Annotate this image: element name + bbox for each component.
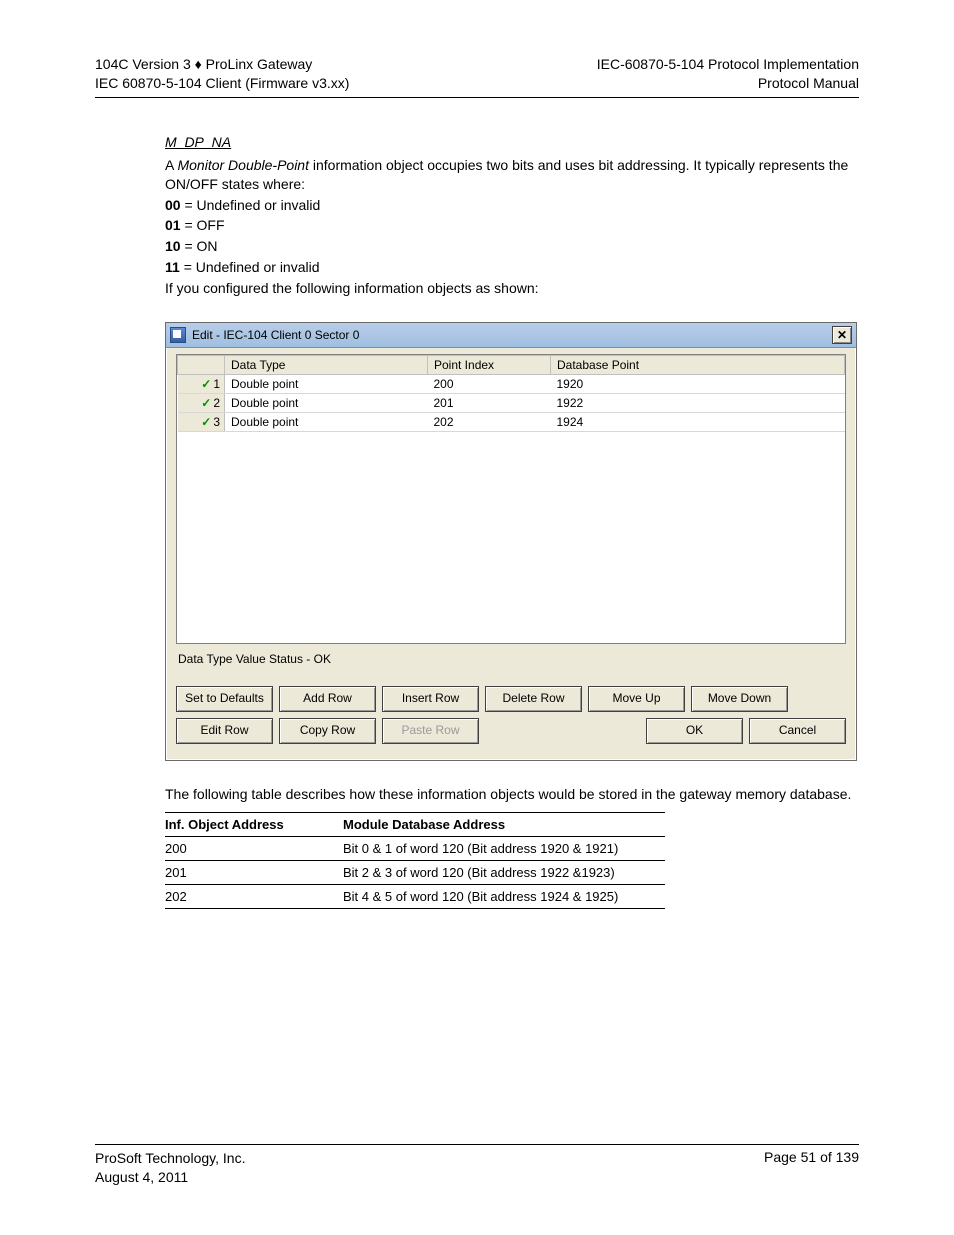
col-db-point[interactable]: Database Point [551,356,845,375]
check-icon: ✓ [201,396,211,410]
table-row: 202Bit 4 & 5 of word 120 (Bit address 19… [165,884,665,908]
edit-row-button[interactable]: Edit Row [176,718,273,744]
dialog-title: Edit - IEC-104 Client 0 Sector 0 [192,328,832,342]
config-line: If you configured the following informat… [165,279,859,298]
add-row-button[interactable]: Add Row [279,686,376,712]
move-down-button[interactable]: Move Down [691,686,788,712]
footer-date: August 4, 2011 [95,1168,245,1187]
header-right-line1: IEC-60870-5-104 Protocol Implementation [597,55,859,74]
table-row[interactable]: ✓1 Double point 200 1920 [178,375,845,394]
copy-row-button[interactable]: Copy Row [279,718,376,744]
col-rownum[interactable] [178,356,225,375]
footer-page: Page 51 of 139 [764,1149,859,1187]
delete-row-button[interactable]: Delete Row [485,686,582,712]
state-00: 00 = Undefined or invalid [165,196,859,215]
header-left-line1: 104C Version 3 ♦ ProLinx Gateway [95,55,349,74]
table-row[interactable]: ✓2 Double point 201 1922 [178,394,845,413]
section-title: M_DP_NA [165,134,859,150]
data-grid[interactable]: Data Type Point Index Database Point ✓1 … [176,354,846,644]
paste-row-button: Paste Row [382,718,479,744]
ok-button[interactable]: OK [646,718,743,744]
insert-row-button[interactable]: Insert Row [382,686,479,712]
check-icon: ✓ [201,415,211,429]
table-row[interactable]: ✓3 Double point 202 1924 [178,413,845,432]
check-icon: ✓ [201,377,211,391]
table-row: 201Bit 2 & 3 of word 120 (Bit address 19… [165,860,665,884]
move-up-button[interactable]: Move Up [588,686,685,712]
table-row: 200Bit 0 & 1 of word 120 (Bit address 19… [165,836,665,860]
header-right-line2: Protocol Manual [597,74,859,93]
footer-company: ProSoft Technology, Inc. [95,1149,245,1168]
state-11: 11 = Undefined or invalid [165,258,859,277]
addr-col-1: Inf. Object Address [165,812,343,836]
header-left-line2: IEC 60870-5-104 Client (Firmware v3.xx) [95,74,349,93]
intro-paragraph: A Monitor Double-Point information objec… [165,156,859,194]
state-01: 01 = OFF [165,216,859,235]
col-data-type[interactable]: Data Type [225,356,428,375]
col-point-index[interactable]: Point Index [428,356,551,375]
edit-dialog: Edit - IEC-104 Client 0 Sector 0 ✕ Data … [165,322,857,761]
address-table: Inf. Object Address Module Database Addr… [165,812,665,909]
cancel-button[interactable]: Cancel [749,718,846,744]
status-line: Data Type Value Status - OK [178,652,844,666]
close-icon[interactable]: ✕ [832,326,852,344]
page-footer: ProSoft Technology, Inc. August 4, 2011 … [95,1144,859,1187]
dialog-title-icon [170,327,186,343]
page-header: 104C Version 3 ♦ ProLinx Gateway IEC 608… [95,55,859,98]
set-defaults-button[interactable]: Set to Defaults [176,686,273,712]
addr-col-2: Module Database Address [343,812,665,836]
dialog-titlebar: Edit - IEC-104 Client 0 Sector 0 ✕ [166,323,856,348]
state-10: 10 = ON [165,237,859,256]
post-paragraph: The following table describes how these … [165,785,859,804]
